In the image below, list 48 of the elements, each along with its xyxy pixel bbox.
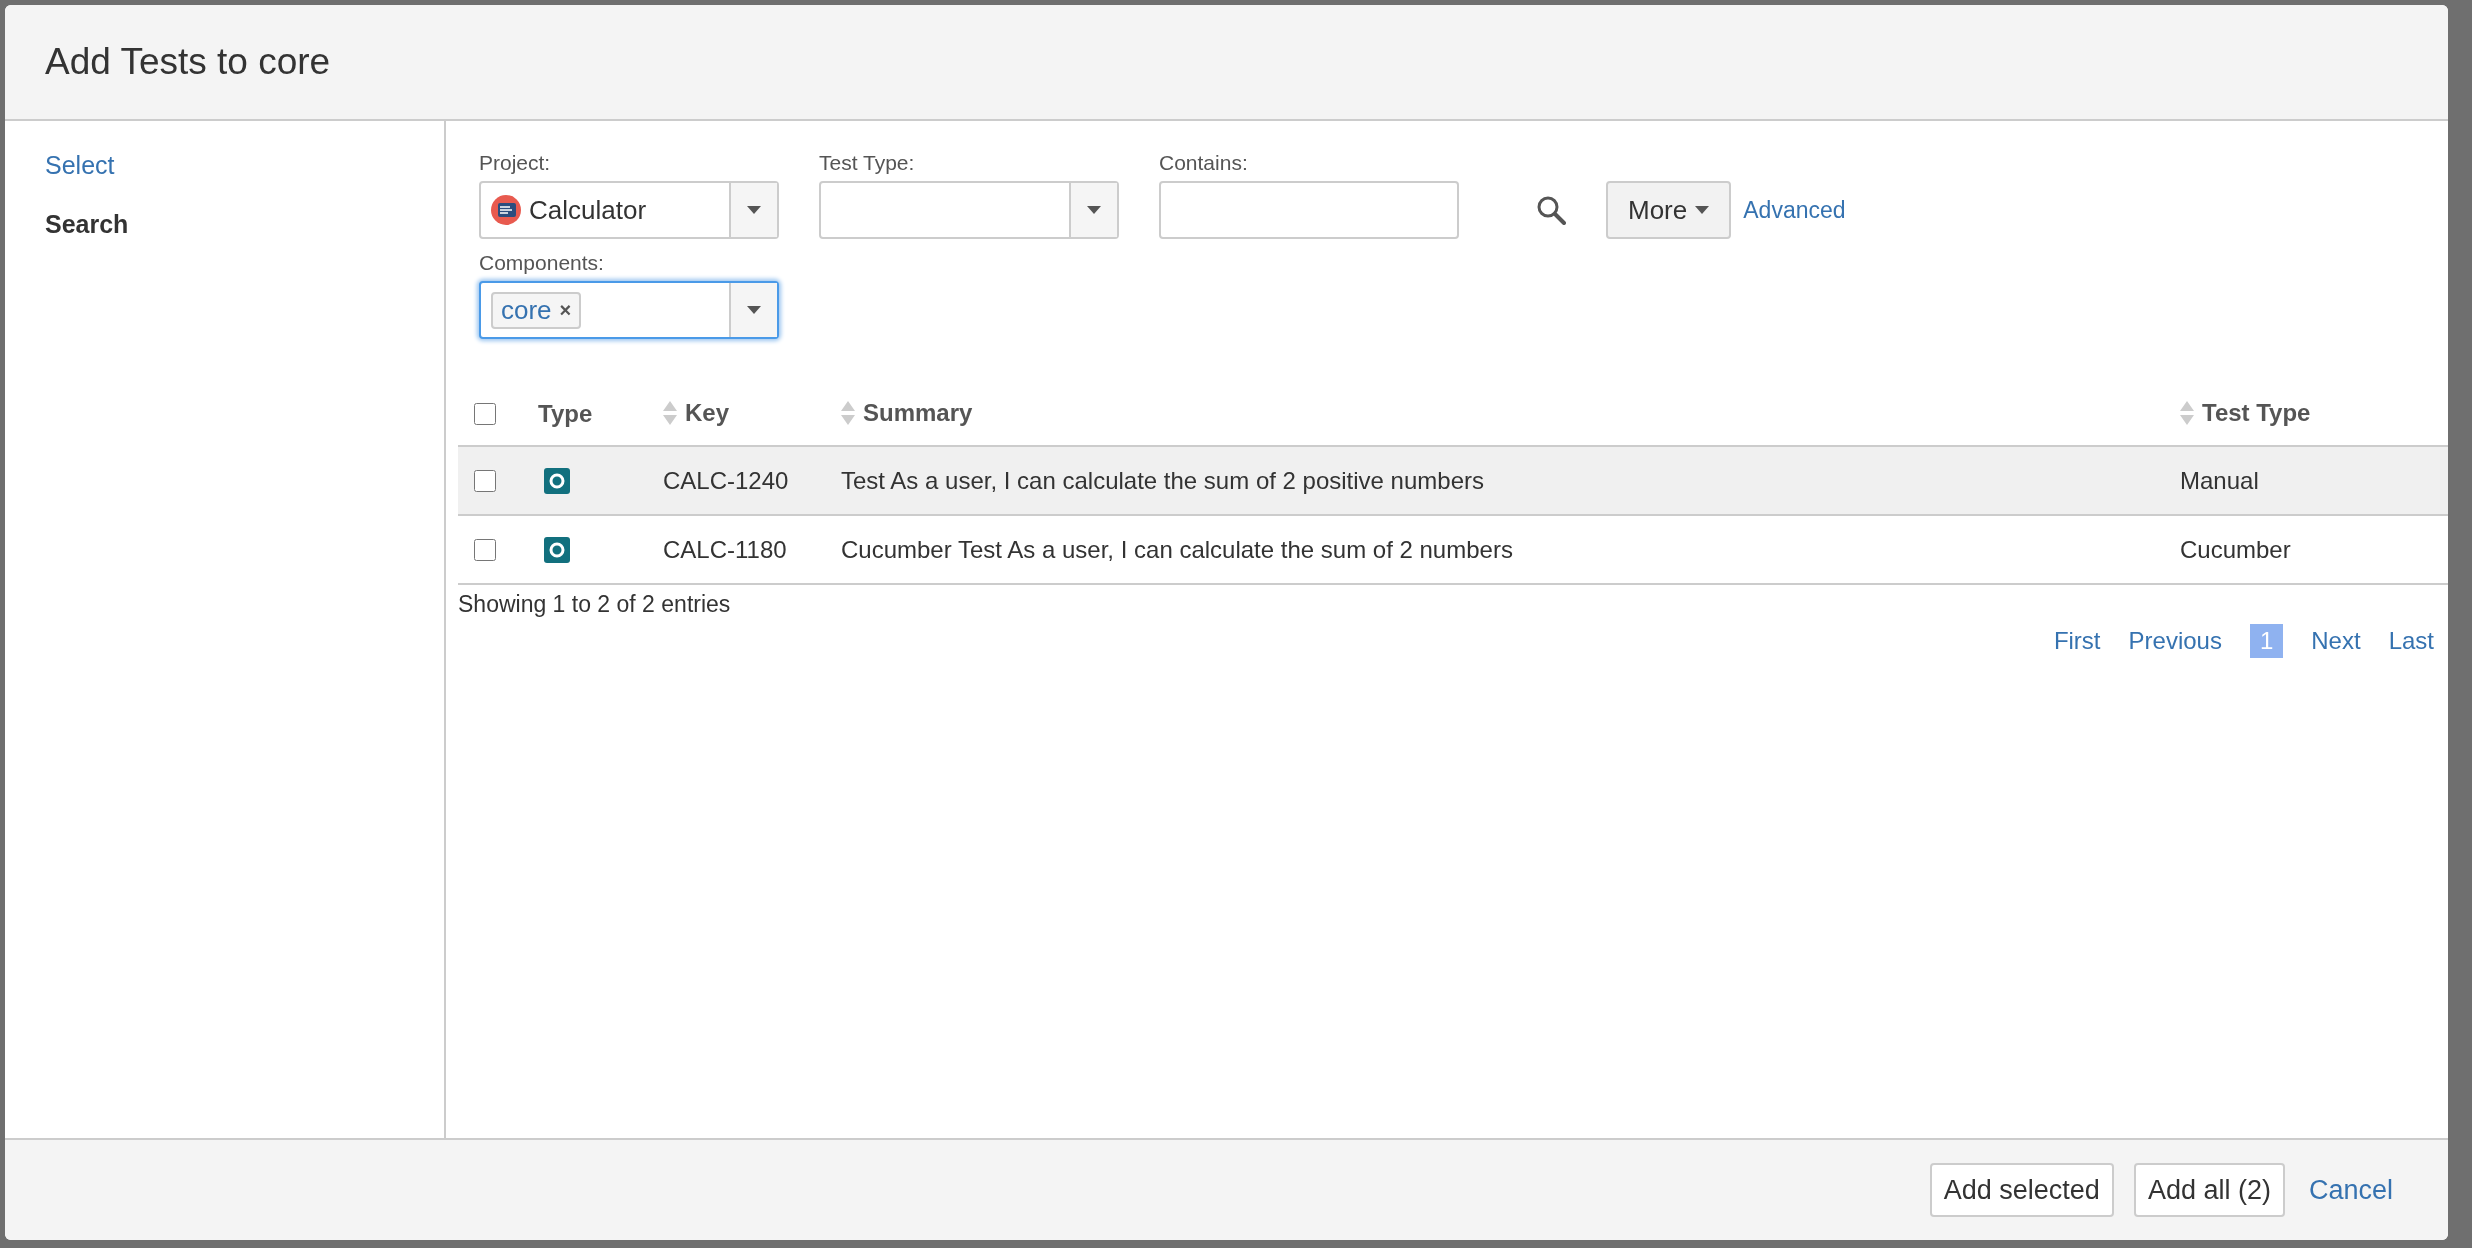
- table-cell-text: Manual: [2180, 466, 2260, 495]
- project-select[interactable]: Calculator: [479, 181, 779, 239]
- page-link[interactable]: First: [2053, 624, 2101, 658]
- field-label: Project:: [479, 151, 552, 175]
- table-cell-text: Cucumber: [2180, 535, 2292, 564]
- contains-field[interactable]: [1159, 181, 1459, 239]
- field-label: Components:: [479, 251, 605, 275]
- caret-icon: [1695, 206, 1710, 214]
- sort-icon[interactable]: [2180, 401, 2194, 425]
- test-type-select[interactable]: [819, 181, 1119, 239]
- table-cell-text: CALC-1180: [663, 535, 788, 564]
- caret-icon: [747, 206, 761, 214]
- advanced-link[interactable]: Advanced: [1743, 196, 1846, 223]
- project-icon: [491, 195, 521, 225]
- page-link[interactable]: Previous: [2128, 624, 2222, 658]
- row-checkbox[interactable]: [474, 538, 496, 561]
- column-header[interactable]: Type: [538, 400, 593, 428]
- field-label: Test Type:: [819, 151, 916, 175]
- dialog-title: Add Tests to core: [45, 41, 331, 83]
- field-label: Contains:: [1159, 151, 1249, 175]
- page-link[interactable]: Next: [2311, 624, 2361, 658]
- row-checkbox[interactable]: [474, 469, 496, 492]
- sort-icon[interactable]: [663, 401, 677, 425]
- more-button[interactable]: More: [1606, 181, 1732, 239]
- components-select[interactable]: core ×: [479, 281, 779, 339]
- column-header[interactable]: Summary: [841, 399, 973, 427]
- footer-button[interactable]: Add all (2): [2133, 1163, 2285, 1217]
- footer-button[interactable]: Add selected: [1929, 1163, 2114, 1217]
- entries-info: Showing 1 to 2 of 2 entries: [458, 591, 732, 618]
- cancel-link[interactable]: Cancel: [2308, 1174, 2393, 1206]
- caret-icon: [1087, 206, 1101, 214]
- page-link[interactable]: Last: [2388, 624, 2434, 658]
- table-cell-text: Cucumber Test As a user, I can calculate the sum of 2 numbers: [841, 535, 1514, 564]
- table-cell-text: CALC-1240: [663, 466, 790, 495]
- table-cell-text: Test As a user, I can calculate the sum of 2 positive numbers: [841, 466, 1485, 495]
- select-all-checkbox[interactable]: [474, 403, 496, 425]
- table-row[interactable]: CALC-1240 Test As a user, I can calculate the sum of 2 positive numbers Manual: [458, 447, 2448, 516]
- component-tag[interactable]: core ×: [491, 291, 582, 329]
- test-type-icon: [544, 536, 570, 563]
- test-type-icon: [544, 467, 570, 494]
- sidebar-item[interactable]: Select: [45, 151, 115, 180]
- remove-icon[interactable]: ×: [559, 298, 572, 322]
- caret-icon: [747, 306, 761, 314]
- column-header[interactable]: Test Type: [2180, 399, 2311, 427]
- search-icon[interactable]: [1536, 195, 1566, 225]
- sort-icon[interactable]: [841, 401, 855, 425]
- sidebar-item[interactable]: Search: [45, 210, 129, 239]
- column-header[interactable]: Key: [663, 399, 730, 427]
